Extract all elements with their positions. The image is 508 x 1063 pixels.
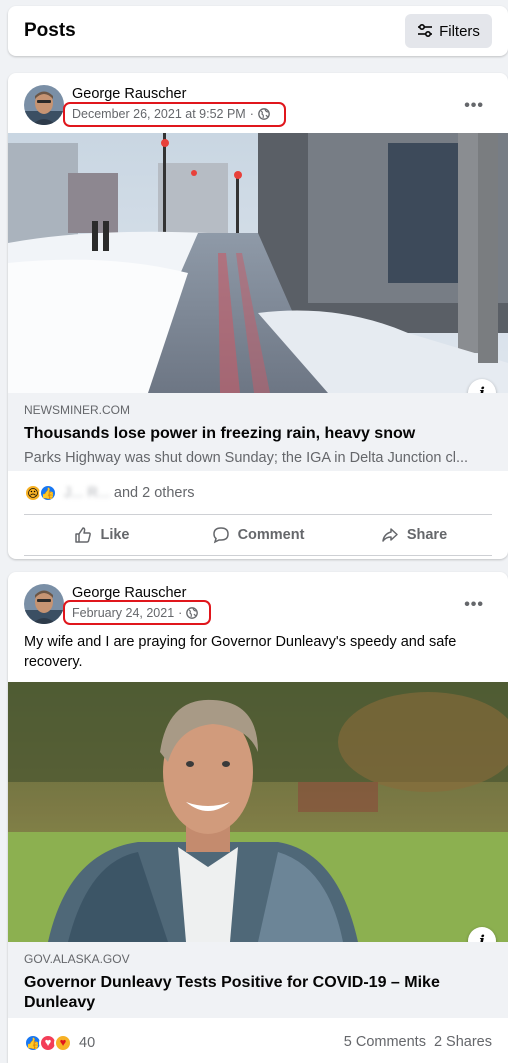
share-button[interactable]: Share (336, 515, 492, 555)
link-title[interactable]: Governor Dunleavy Tests Positive for COV… (24, 973, 492, 1013)
reaction-count[interactable]: 40 (79, 1035, 95, 1051)
filters-button[interactable]: Filters (405, 14, 492, 48)
avatar[interactable] (24, 85, 64, 125)
timestamp-highlight (63, 102, 286, 127)
post-card: George Rauscher February 24, 2021 · ••• … (8, 572, 508, 1063)
sliders-icon (418, 24, 433, 38)
share-label: Share (406, 527, 448, 543)
link-title[interactable]: Thousands lose power in freezing rain, h… (24, 424, 492, 444)
timestamp-highlight (63, 600, 211, 625)
reactor-others[interactable]: and 2 others (114, 485, 195, 501)
reaction-summary[interactable]: 👍 ♥ ♥ 40 (24, 1034, 95, 1052)
link-domain: GOV.ALASKA.GOV (24, 952, 130, 966)
reaction-summary[interactable]: ☹ 👍 J... R... and 2 others (24, 484, 195, 502)
post-actions: Like Comment Share (24, 514, 492, 556)
comment-label: Comment (237, 527, 305, 543)
shares-count[interactable]: 2 Shares (434, 1034, 492, 1050)
like-label: Like (100, 527, 130, 543)
post-text: My wife and I are praying for Governor D… (24, 634, 457, 670)
link-image[interactable] (8, 133, 508, 393)
posts-header: Posts Filters (8, 6, 508, 56)
post-card: George Rauscher December 26, 2021 at 9:5… (8, 73, 508, 559)
link-description: Parks Highway was shut down Sunday; the … (24, 450, 469, 466)
more-options-button[interactable]: ••• (464, 596, 484, 614)
post-author[interactable]: George Rauscher (72, 585, 186, 601)
link-domain: NEWSMINER.COM (24, 403, 130, 417)
like-button[interactable]: Like (24, 515, 180, 555)
comment-button[interactable]: Comment (180, 515, 336, 555)
comment-icon (212, 527, 229, 544)
link-preview[interactable]: GOV.ALASKA.GOV Governor Dunleavy Tests P… (8, 942, 508, 1018)
post-author[interactable]: George Rauscher (72, 86, 186, 102)
engagement-counts: 5 Comments 2 Shares (344, 1034, 492, 1050)
comments-count[interactable]: 5 Comments (344, 1034, 426, 1050)
link-preview[interactable]: NEWSMINER.COM Thousands lose power in fr… (8, 393, 508, 471)
more-options-button[interactable]: ••• (464, 97, 484, 115)
filters-label: Filters (439, 22, 480, 40)
like-reaction-icon: 👍 (39, 484, 57, 502)
care-reaction-icon: ♥ (54, 1034, 72, 1052)
share-icon (382, 528, 398, 542)
thumbs-up-icon (75, 527, 92, 543)
avatar[interactable] (24, 584, 64, 624)
page-title: Posts (24, 20, 76, 41)
link-image[interactable] (8, 682, 508, 942)
reactor-names[interactable]: J... R... (64, 485, 110, 501)
